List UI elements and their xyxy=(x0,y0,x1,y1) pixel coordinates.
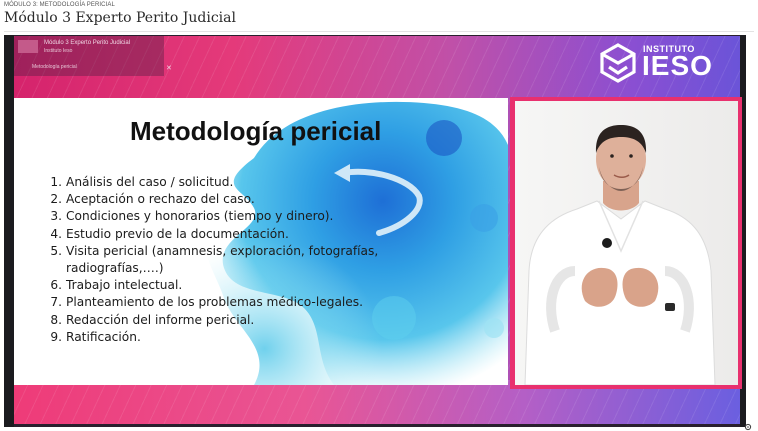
logo-brand-label: IESO xyxy=(642,50,713,81)
list-item: 9. Ratificación. xyxy=(50,329,141,344)
list-item: 4. Estudio previo de la documentación. xyxy=(50,226,289,241)
slide-panel: Metodología pericial 1. Análisis del caso… xyxy=(14,98,508,385)
close-icon[interactable]: ✕ xyxy=(166,64,172,72)
cube-logo-icon xyxy=(600,43,636,83)
video-player[interactable]: Módulo 3 Experto Perito Judicial Institu… xyxy=(4,35,746,427)
video-overlay-subtitle: Instituto Ieso xyxy=(44,48,73,54)
header-divider xyxy=(4,31,754,32)
presenter-camera xyxy=(515,101,738,385)
breadcrumb: MÓDULO 3: METODOLOGÍA PERICIAL xyxy=(4,2,115,8)
gear-icon[interactable] xyxy=(744,423,752,431)
list-item: 7. Planteamiento de los problemas médico-… xyxy=(50,295,364,310)
page-title: Módulo 3 Experto Perito Judicial xyxy=(4,10,236,26)
letterbox-left xyxy=(4,35,14,427)
list-item: 2. Aceptación o rechazo del caso. xyxy=(50,192,255,207)
video-title-overlay: Módulo 3 Experto Perito Judicial Institu… xyxy=(14,36,172,76)
list-item: 3. Condiciones y honorarios (tiempo y din… xyxy=(50,209,334,224)
list-item-continuation: radiografías,….) xyxy=(66,261,164,276)
list-item: 8. Redacción del informe pericial. xyxy=(50,312,255,327)
methodology-steps: 1. Análisis del caso / solicitud. 2. Acept… xyxy=(48,174,378,346)
slide-title: Metodología pericial xyxy=(130,116,382,146)
list-item: 5. Visita pericial (anamnesis, exploració… xyxy=(50,243,379,258)
presenter-figure xyxy=(515,101,738,385)
video-overlay-chapter[interactable]: Metodología pericial xyxy=(32,64,77,70)
list-item: 1. Análisis del caso / solicitud. xyxy=(50,175,234,189)
ieso-logo: INSTITUTO IESO xyxy=(599,43,734,83)
list-item: 6. Trabajo intelectual. xyxy=(50,278,183,293)
video-overlay-title: Módulo 3 Experto Perito Judicial xyxy=(44,40,131,46)
video-thumbnail xyxy=(18,40,38,53)
